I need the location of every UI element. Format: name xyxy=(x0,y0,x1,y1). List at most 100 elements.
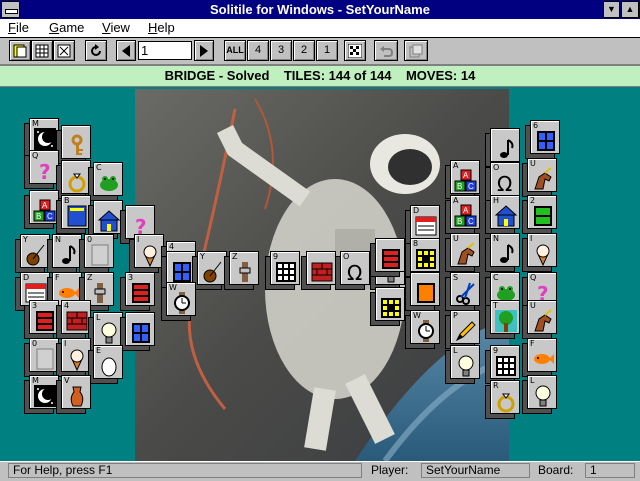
tile-face: V xyxy=(61,375,91,409)
watch-tile[interactable]: W xyxy=(161,282,196,321)
bars3-tile[interactable]: 3 xyxy=(24,300,59,339)
key-tile[interactable] xyxy=(56,125,91,164)
tile-face: M xyxy=(29,118,59,152)
tile-face: L xyxy=(527,375,557,409)
tile-face xyxy=(93,200,123,234)
tile-face: 3 xyxy=(29,300,59,334)
ring-tile[interactable]: R xyxy=(485,380,520,419)
pencil-tile[interactable]: P xyxy=(445,310,480,349)
svg-text:C: C xyxy=(47,212,53,221)
bars3-tile[interactable] xyxy=(370,238,405,277)
tile-face: E xyxy=(93,345,123,379)
blocks-tile[interactable]: AABC xyxy=(445,195,480,234)
window-tile[interactable] xyxy=(120,312,155,351)
tile-face: Y xyxy=(197,251,227,285)
vase-tile[interactable]: V xyxy=(56,375,91,414)
tile-face xyxy=(410,272,440,306)
tile-face: U xyxy=(527,300,557,334)
svg-text:C: C xyxy=(468,217,474,226)
bars2-tile[interactable]: 2 xyxy=(522,195,557,234)
tile-face: OΩ xyxy=(340,251,370,285)
unicorn-tile[interactable]: U xyxy=(445,233,480,272)
tile-face: W xyxy=(410,310,440,344)
tile-face xyxy=(375,238,405,272)
yoyo-tile[interactable]: Y xyxy=(192,251,227,290)
tile-face xyxy=(125,312,155,346)
tile-face: I xyxy=(134,234,164,268)
svg-text:C: C xyxy=(468,182,474,191)
tile-face: 4 xyxy=(61,300,91,334)
frog-tile[interactable]: C xyxy=(88,162,123,201)
zipper-tile[interactable]: Z xyxy=(224,251,259,290)
svg-text:B: B xyxy=(36,212,41,221)
moon-tile[interactable]: M xyxy=(24,375,59,414)
bulb-tile[interactable]: L xyxy=(88,312,123,351)
brick-tile[interactable] xyxy=(301,251,336,290)
note-tile[interactable]: N xyxy=(47,234,82,273)
book-tile[interactable]: B xyxy=(56,195,91,234)
yoyo-tile[interactable]: Y xyxy=(15,234,50,273)
brick-tile[interactable]: 4 xyxy=(56,300,91,339)
icecream-tile[interactable]: I xyxy=(129,234,164,273)
bulb-tile[interactable]: L xyxy=(445,345,480,384)
blank-tile[interactable]: 0 xyxy=(24,338,59,377)
tile-face: B xyxy=(61,195,91,229)
window-tile[interactable]: 6 xyxy=(525,120,560,159)
tile-face: 8 xyxy=(410,238,440,272)
tile-face: AABC xyxy=(450,160,480,194)
house-tile[interactable]: H xyxy=(485,195,520,234)
tile-face: N xyxy=(490,233,520,267)
fish-tile[interactable]: F xyxy=(522,338,557,377)
house-tile[interactable] xyxy=(88,200,123,239)
tile-face: U xyxy=(450,233,480,267)
omega-tile[interactable]: OΩ xyxy=(485,162,520,201)
grid9-tile[interactable]: 9 xyxy=(485,345,520,384)
note-tile[interactable]: N xyxy=(485,233,520,272)
tile-face: H xyxy=(490,195,520,229)
watch-tile[interactable]: W xyxy=(405,310,440,349)
blocks-tile[interactable]: ABC xyxy=(24,190,59,229)
calendar-tile[interactable]: D xyxy=(405,205,440,244)
unicorn-tile[interactable]: U xyxy=(522,300,557,339)
tile-face: N xyxy=(52,234,82,268)
svg-text:A: A xyxy=(463,171,469,180)
svg-text:Ω: Ω xyxy=(347,261,362,284)
tree-tile[interactable]: T xyxy=(485,300,520,339)
omega-tile[interactable]: OΩ xyxy=(335,251,370,290)
icecream-tile[interactable]: I xyxy=(522,233,557,272)
unicorn-tile[interactable]: U xyxy=(522,158,557,197)
board-value: 1 xyxy=(585,463,635,478)
question-tile[interactable]: Q? xyxy=(24,150,59,189)
blank-tile[interactable]: 0 xyxy=(79,234,114,273)
tile-board: MQ?CABCB?YN0I4YZ9OΩLDFZ3W34L0IEMV6AABCOΩ… xyxy=(0,0,640,480)
bulb-tile[interactable]: L xyxy=(522,375,557,414)
tile-face: I xyxy=(61,338,91,372)
grid8-tile[interactable] xyxy=(370,287,405,326)
svg-text:Ω: Ω xyxy=(497,172,512,195)
bars3-tile[interactable]: 3 xyxy=(120,272,155,311)
rect-tile[interactable] xyxy=(405,272,440,311)
icecream-tile[interactable]: I xyxy=(56,338,91,377)
tile-face: 0 xyxy=(84,234,114,268)
grid8-tile[interactable]: 8 xyxy=(405,238,440,277)
tile-face: Z xyxy=(229,251,259,285)
tile-face: Q? xyxy=(29,150,59,184)
tile-face xyxy=(375,287,405,321)
tile-face: 0 xyxy=(29,338,59,372)
scissors-tile[interactable]: S xyxy=(445,272,480,311)
moon-tile[interactable]: M xyxy=(24,118,59,157)
tile-face: W xyxy=(166,282,196,316)
grid9-tile[interactable]: 9 xyxy=(265,251,300,290)
blocks-tile[interactable]: AABC xyxy=(445,160,480,199)
tile-face xyxy=(306,251,336,285)
tile-face: P xyxy=(450,310,480,344)
note-tile[interactable] xyxy=(485,128,520,167)
tile-face xyxy=(490,128,520,162)
ring-tile[interactable] xyxy=(56,160,91,199)
tile-face xyxy=(61,125,91,159)
tile-face: D xyxy=(410,205,440,239)
egg-tile[interactable]: E xyxy=(88,345,123,384)
tile-face: T xyxy=(490,300,520,334)
tile-face: L xyxy=(93,312,123,346)
tile-face: C xyxy=(93,162,123,196)
